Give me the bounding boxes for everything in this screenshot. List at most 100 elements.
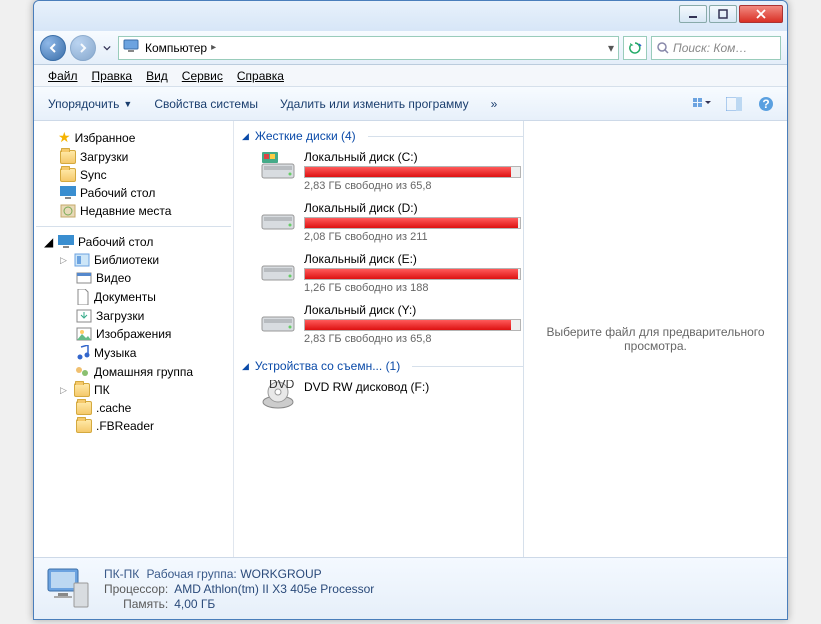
group-header-hdd[interactable]: ◢ Жесткие диски (4) (242, 125, 523, 147)
drive-item-dvd[interactable]: DVD DVD RW дисковод (F:) (242, 377, 523, 418)
menubar: Файл Правка Вид Сервис Справка (34, 65, 787, 87)
nav-desktop-group[interactable]: ◢Рабочий стол (36, 233, 231, 251)
breadcrumb-label: Компьютер (145, 41, 207, 55)
search-placeholder: Поиск: Ком… (673, 41, 747, 55)
main-pane: ◢ Жесткие диски (4) Локальный диск (C:) … (234, 121, 524, 557)
address-field[interactable]: Компьютер ▸ ▾ (118, 36, 619, 60)
drive-name: Локальный диск (D:) (304, 201, 521, 215)
drive-item[interactable]: Локальный диск (C:) 2,83 ГБ свободно из … (242, 147, 523, 198)
expand-icon[interactable]: ▷ (60, 385, 70, 396)
menu-edit[interactable]: Правка (86, 67, 139, 85)
menu-tools[interactable]: Сервис (176, 67, 229, 85)
drive-name: DVD RW дисковод (F:) (304, 380, 521, 394)
nav-item-desktop[interactable]: Рабочий стол (36, 184, 231, 202)
address-bar: Компьютер ▸ ▾ Поиск: Ком… (34, 31, 787, 65)
drive-usage-bar (304, 319, 521, 331)
titlebar (34, 1, 787, 31)
uninstall-button[interactable]: Удалить или изменить программу (276, 94, 473, 114)
preview-empty-text: Выберите файл для предварительного просм… (532, 325, 779, 353)
folder-icon (60, 150, 76, 164)
details-pane: ПК-ПК Рабочая группа: WORKGROUP Процессо… (34, 557, 787, 619)
nav-lib-music[interactable]: Музыка (36, 343, 231, 363)
explorer-window: Компьютер ▸ ▾ Поиск: Ком… Файл Правка Ви… (33, 0, 788, 620)
nav-history-button[interactable] (100, 35, 114, 61)
collapse-icon: ◢ (242, 131, 249, 142)
desktop-icon (60, 186, 76, 200)
nav-pc-fbreader[interactable]: .FBReader (36, 417, 231, 435)
drive-usage-bar (304, 217, 521, 229)
drive-free-text: 2,08 ГБ свободно из 211 (304, 231, 521, 243)
music-icon (76, 345, 90, 361)
nav-item-downloads[interactable]: Загрузки (36, 148, 231, 166)
drive-item[interactable]: Локальный диск (D:) 2,08 ГБ свободно из … (242, 198, 523, 249)
details-pcname: ПК-ПК (104, 567, 139, 581)
close-button[interactable] (739, 5, 783, 23)
help-button[interactable]: ? (755, 93, 777, 115)
drive-item[interactable]: Локальный диск (E:) 1,26 ГБ свободно из … (242, 249, 523, 300)
nav-favorites[interactable]: ★Избранное (36, 127, 231, 148)
folder-icon (74, 383, 90, 397)
toolbar-overflow[interactable]: » (487, 94, 502, 114)
recent-icon (60, 204, 76, 218)
hdd-icon (260, 252, 296, 284)
drive-free-text: 1,26 ГБ свободно из 188 (304, 282, 521, 294)
collapse-icon[interactable]: ◢ (44, 235, 54, 249)
svg-text:DVD: DVD (269, 380, 295, 391)
pictures-icon (76, 327, 92, 341)
group-removable: ◢ Устройства со съемн... (1) DVD DVD RW … (242, 355, 523, 418)
navigation-pane: ★Избранное Загрузки Sync Рабочий стол Не… (34, 121, 234, 557)
nav-pc-cache[interactable]: .cache (36, 399, 231, 417)
nav-homegroup[interactable]: Домашняя группа (36, 363, 231, 381)
svg-text:?: ? (762, 97, 769, 111)
system-properties-button[interactable]: Свойства системы (150, 94, 262, 114)
nav-item-recent[interactable]: Недавние места (36, 202, 231, 220)
group-header-removable[interactable]: ◢ Устройства со съемн... (1) (242, 355, 523, 377)
dvd-icon: DVD (260, 380, 296, 412)
details-workgroup: WORKGROUP (240, 567, 321, 581)
hdd-icon (260, 201, 296, 233)
dropdown-icon[interactable]: ▾ (608, 41, 614, 55)
forward-button[interactable] (70, 35, 96, 61)
chevron-right-icon: ▸ (211, 42, 216, 53)
drive-item[interactable]: Локальный диск (Y:) 2,83 ГБ свободно из … (242, 300, 523, 351)
nav-lib-downloads[interactable]: Загрузки (36, 307, 231, 325)
preview-pane-button[interactable] (723, 93, 745, 115)
refresh-button[interactable] (623, 36, 647, 60)
drive-name: Локальный диск (C:) (304, 150, 521, 164)
folder-icon (76, 401, 92, 415)
back-button[interactable] (40, 35, 66, 61)
nav-pc[interactable]: ▷ПК (36, 381, 231, 399)
folder-icon (60, 168, 76, 182)
preview-pane: Выберите файл для предварительного просм… (524, 121, 787, 557)
desktop-icon (58, 235, 74, 249)
download-icon (76, 309, 92, 323)
computer-icon (123, 39, 139, 56)
video-icon (76, 271, 92, 285)
minimize-button[interactable] (679, 5, 707, 23)
nav-lib-pictures[interactable]: Изображения (36, 325, 231, 343)
hdd-icon (260, 150, 296, 182)
nav-item-sync[interactable]: Sync (36, 166, 231, 184)
group-hard-disks: ◢ Жесткие диски (4) Локальный диск (C:) … (242, 125, 523, 351)
nav-lib-video[interactable]: Видео (36, 269, 231, 287)
drive-name: Локальный диск (E:) (304, 252, 521, 266)
drive-usage-bar (304, 166, 521, 178)
drive-usage-bar (304, 268, 521, 280)
expand-icon[interactable]: ▷ (60, 255, 70, 266)
organize-button[interactable]: Упорядочить ▼ (44, 94, 136, 114)
computer-large-icon (44, 567, 92, 611)
search-input[interactable]: Поиск: Ком… (651, 36, 781, 60)
drive-free-text: 2,83 ГБ свободно из 65,8 (304, 180, 521, 192)
maximize-button[interactable] (709, 5, 737, 23)
menu-help[interactable]: Справка (231, 67, 290, 85)
nav-libraries[interactable]: ▷Библиотеки (36, 251, 231, 269)
nav-lib-documents[interactable]: Документы (36, 287, 231, 307)
menu-view[interactable]: Вид (140, 67, 174, 85)
search-icon (656, 41, 670, 55)
menu-file[interactable]: Файл (42, 67, 84, 85)
folder-icon (76, 419, 92, 433)
drive-free-text: 2,83 ГБ свободно из 65,8 (304, 333, 521, 345)
breadcrumb-computer[interactable]: Компьютер ▸ (143, 40, 218, 56)
view-mode-button[interactable] (691, 93, 713, 115)
details-memory: 4,00 ГБ (174, 597, 374, 611)
